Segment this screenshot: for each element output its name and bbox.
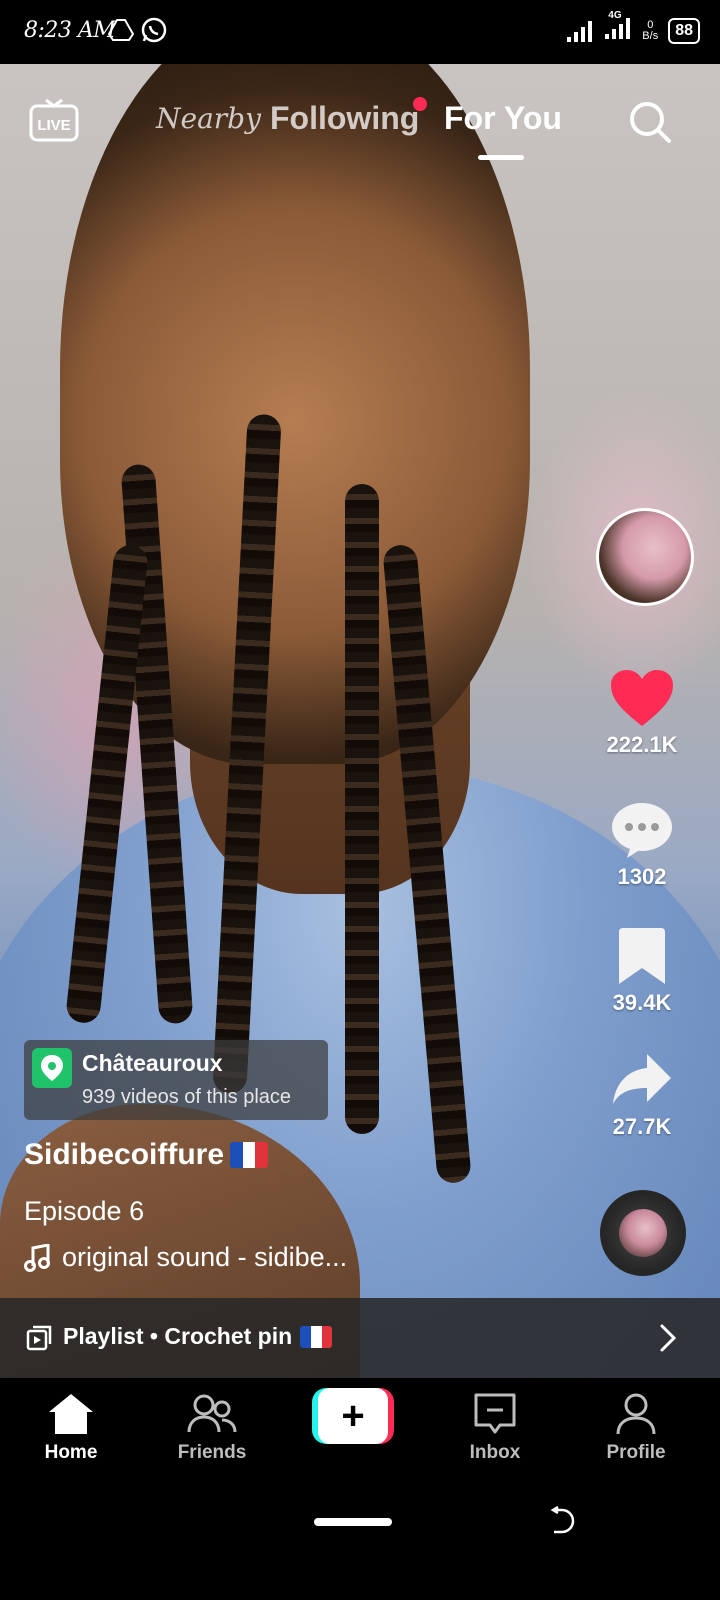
- caption: Episode 6: [24, 1196, 145, 1226]
- username[interactable]: Sidibecoiffure: [24, 1138, 269, 1172]
- drive-icon: [108, 19, 134, 41]
- nav-profile-label: Profile: [606, 1442, 666, 1463]
- home-icon: [49, 1394, 93, 1434]
- bottom-nav: Home Friends + Inbox Profile: [0, 1378, 720, 1488]
- friends-icon: [187, 1394, 237, 1433]
- plus-icon: +: [318, 1388, 388, 1444]
- location-name: Châteauroux: [82, 1050, 223, 1076]
- network-type: 4G: [608, 10, 622, 21]
- location-pin-icon: [32, 1048, 72, 1088]
- bookmark-icon: [619, 928, 665, 984]
- playlist-icon: [26, 1325, 52, 1351]
- save-count: 39.4K: [612, 990, 672, 1015]
- search-icon[interactable]: [628, 100, 672, 144]
- following-notification-dot: [413, 97, 427, 111]
- svg-text:LIVE: LIVE: [37, 117, 70, 134]
- status-time: 8:23 AM: [24, 18, 116, 43]
- live-tv-icon[interactable]: LIVE: [28, 96, 80, 144]
- comment-count: 1302: [617, 864, 667, 889]
- nav-friends[interactable]: Friends: [157, 1392, 267, 1464]
- location-tag[interactable]: Châteauroux 939 videos of this place: [24, 1040, 328, 1120]
- sound-avatar: [619, 1209, 667, 1257]
- profile-icon: [616, 1393, 656, 1435]
- whatsapp-icon: [141, 17, 167, 43]
- france-flag-icon: [230, 1142, 269, 1168]
- comment-icon: [612, 803, 672, 858]
- playlist-label: Playlist • Crochet pin: [63, 1323, 293, 1349]
- tab-following[interactable]: Following: [270, 100, 419, 137]
- like-button[interactable]: 222.1K: [600, 668, 684, 758]
- france-flag-icon: [300, 1325, 333, 1348]
- system-nav-bar: [0, 1488, 720, 1600]
- music-note-icon: [24, 1243, 50, 1272]
- nav-profile[interactable]: Profile: [581, 1392, 691, 1464]
- save-button[interactable]: 39.4K: [600, 926, 684, 1016]
- nav-home[interactable]: Home: [16, 1392, 126, 1464]
- playlist-bar[interactable]: Playlist • Crochet pin: [0, 1298, 720, 1378]
- share-arrow-icon: [613, 1054, 671, 1104]
- home-gesture-pill[interactable]: [314, 1518, 392, 1526]
- like-count: 222.1K: [606, 732, 678, 757]
- status-bar: 8:23 AM 4G 0 B/s 88: [0, 0, 720, 64]
- sound-link[interactable]: original sound - sidibe...: [24, 1242, 347, 1273]
- create-button[interactable]: +: [312, 1388, 394, 1444]
- location-subtitle: 939 videos of this place: [82, 1086, 292, 1108]
- back-gesture-icon[interactable]: [548, 1506, 578, 1536]
- comment-button[interactable]: 1302: [600, 800, 684, 890]
- music-disc[interactable]: [600, 1190, 686, 1276]
- tab-nearby[interactable]: Nearby: [156, 102, 261, 135]
- creator-avatar[interactable]: [596, 508, 694, 606]
- nav-inbox-label: Inbox: [469, 1442, 521, 1463]
- nav-home-label: Home: [44, 1442, 98, 1463]
- share-button[interactable]: 27.7K: [600, 1050, 684, 1140]
- heart-icon: [611, 670, 673, 726]
- net-speed: 0 B/s: [642, 18, 659, 42]
- nav-friends-label: Friends: [177, 1442, 247, 1463]
- battery-indicator: 88: [668, 17, 700, 44]
- nav-inbox[interactable]: Inbox: [440, 1392, 550, 1464]
- share-count: 27.7K: [612, 1114, 672, 1139]
- inbox-icon: [474, 1393, 516, 1434]
- chevron-right-icon: [660, 1324, 677, 1352]
- active-tab-indicator: [478, 155, 524, 160]
- signal-icon: [567, 20, 593, 42]
- tab-for-you[interactable]: For You: [444, 100, 562, 137]
